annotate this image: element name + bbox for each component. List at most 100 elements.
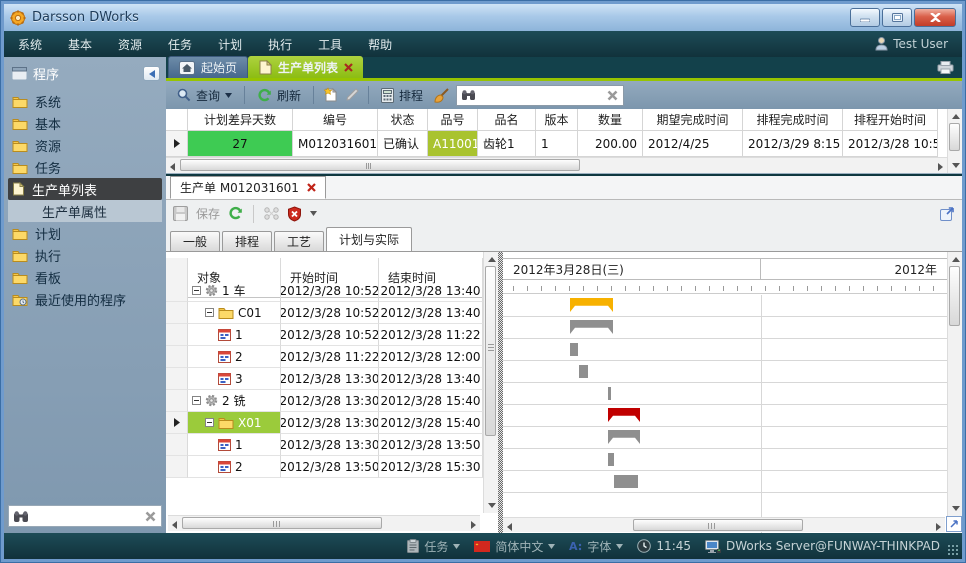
menu-item-7[interactable]: 帮助 <box>368 36 392 53</box>
menu-item-1[interactable]: 基本 <box>68 36 92 53</box>
menu-item-6[interactable]: 工具 <box>318 36 342 53</box>
tree-object-cell[interactable]: 2 铣 <box>188 390 281 412</box>
edit-icon[interactable] <box>345 88 359 102</box>
grid-cell-6[interactable]: 1 <box>536 131 578 157</box>
maximize-button[interactable] <box>882 8 912 27</box>
user-box[interactable]: Test User <box>875 37 948 51</box>
grid-header-8[interactable]: 期望完成时间 <box>643 109 743 131</box>
subtab-2[interactable]: 工艺 <box>274 231 324 251</box>
status-item-0[interactable]: 任务 <box>407 538 460 555</box>
tree-horizontal-scrollbar[interactable] <box>168 515 480 531</box>
grid-cell-10[interactable]: 2012/3/28 10:52 <box>843 131 938 157</box>
sidebar-collapse-button[interactable] <box>143 66 160 81</box>
gantt-bar-7[interactable] <box>608 453 614 466</box>
tree-row-7[interactable]: 12012/3/28 13:302012/3/28 13:50 <box>166 434 483 456</box>
gantt-bar-4[interactable] <box>608 387 611 400</box>
sidebar-item-2[interactable]: 资源 <box>8 134 162 156</box>
chevron-down-icon[interactable] <box>310 211 317 216</box>
tree-object-cell[interactable]: C01 <box>188 302 281 324</box>
save-icon[interactable] <box>173 206 188 221</box>
tree-row-8[interactable]: 22012/3/28 13:502012/3/28 15:30 <box>166 456 483 478</box>
query-button[interactable]: 查询 <box>174 85 235 106</box>
grid-cell-7[interactable]: 200.00 <box>578 131 643 157</box>
gantt-popout-button[interactable] <box>946 516 962 532</box>
tree-object-cell[interactable]: 1 <box>188 324 281 346</box>
tree-vertical-scrollbar[interactable] <box>483 252 498 513</box>
validate-shield-icon[interactable] <box>287 206 302 222</box>
grid-cell-2[interactable]: M012031601 <box>293 131 378 157</box>
menu-item-2[interactable]: 资源 <box>118 36 142 53</box>
tree-object-cell[interactable]: 1 车 <box>188 280 281 302</box>
grid-header-3[interactable]: 状态 <box>378 109 428 131</box>
tree-row-2[interactable]: 12012/3/28 10:522012/3/28 11:22 <box>166 324 483 346</box>
sidebar-item-8[interactable]: 看板 <box>8 266 162 288</box>
grid-cell-3[interactable]: 已确认 <box>378 131 428 157</box>
grid-header-4[interactable]: 品号 <box>428 109 478 131</box>
sidebar-item-5[interactable]: 生产单属性 <box>8 200 162 222</box>
sidebar-item-1[interactable]: 基本 <box>8 112 162 134</box>
schedule-button[interactable]: 排程 <box>378 85 426 106</box>
sidebar-search-input[interactable] <box>33 509 140 523</box>
sidebar-item-9[interactable]: 最近使用的程序 <box>8 288 162 310</box>
tree-object-cell[interactable]: 2 <box>188 456 281 478</box>
close-doc-icon[interactable] <box>307 183 316 192</box>
broom-icon[interactable] <box>433 88 449 103</box>
tree-object-cell[interactable]: X01 <box>188 412 281 434</box>
printer-icon[interactable] <box>937 61 954 74</box>
gantt-bar-3[interactable] <box>579 365 588 378</box>
grid-header-10[interactable]: 排程开始时间 <box>843 109 938 131</box>
grid-header-5[interactable]: 品名 <box>478 109 536 131</box>
menu-item-3[interactable]: 任务 <box>168 36 192 53</box>
menu-item-4[interactable]: 计划 <box>218 36 242 53</box>
tree-row-0[interactable]: 1 车2012/3/28 10:522012/3/28 13:40 <box>166 280 483 302</box>
gantt-bar-0[interactable] <box>570 298 613 312</box>
minimize-button[interactable] <box>850 8 880 27</box>
status-item-4[interactable]: DWorks Server@FUNWAY-THINKPAD <box>705 539 940 553</box>
expander-icon[interactable] <box>192 286 201 295</box>
status-item-2[interactable]: A字体 <box>569 538 623 555</box>
grid-header-7[interactable]: 数量 <box>578 109 643 131</box>
gantt-horizontal-scrollbar[interactable] <box>503 517 945 532</box>
grid-header-0[interactable] <box>166 109 188 131</box>
grid-horizontal-scrollbar[interactable] <box>166 157 947 173</box>
grid-header-9[interactable]: 排程完成时间 <box>743 109 843 131</box>
sidebar-item-7[interactable]: 执行 <box>8 244 162 266</box>
grid-header-2[interactable]: 编号 <box>293 109 378 131</box>
sidebar-item-4[interactable]: 生产单列表 <box>8 178 162 200</box>
refresh-button[interactable]: 刷新 <box>254 85 304 106</box>
toolbar-search-input[interactable] <box>480 88 602 102</box>
grid-cell-8[interactable]: 2012/4/25 <box>643 131 743 157</box>
row-selector-cell[interactable] <box>166 131 188 157</box>
tree-row-4[interactable]: 32012/3/28 13:302012/3/28 13:40 <box>166 368 483 390</box>
gantt-vertical-scrollbar[interactable] <box>947 252 962 516</box>
link-nodes-icon[interactable] <box>264 207 279 220</box>
toolbar-search[interactable] <box>456 85 624 106</box>
grid-header-6[interactable]: 版本 <box>536 109 578 131</box>
tab-start-page[interactable]: 起始页 <box>168 56 248 78</box>
tree-row-3[interactable]: 22012/3/28 11:222012/3/28 12:00 <box>166 346 483 368</box>
tree-row-1[interactable]: C012012/3/28 10:522012/3/28 13:40 <box>166 302 483 324</box>
resize-grip[interactable] <box>947 544 959 556</box>
expander-icon[interactable] <box>205 308 214 317</box>
sidebar-item-3[interactable]: 任务 <box>8 156 162 178</box>
expander-icon[interactable] <box>205 418 214 427</box>
subtab-3[interactable]: 计划与实际 <box>326 227 412 251</box>
doc-tab[interactable]: 生产单 M012031601 <box>170 176 326 199</box>
grid-cell-9[interactable]: 2012/3/29 8:15 <box>743 131 843 157</box>
gantt-bar-1[interactable] <box>570 320 613 334</box>
close-tab-icon[interactable] <box>344 63 353 72</box>
tree-object-cell[interactable]: 1 <box>188 434 281 456</box>
status-item-3[interactable]: 11:45 <box>637 539 691 553</box>
gantt-bar-2[interactable] <box>570 343 578 356</box>
grid-header-1[interactable]: 计划差异天数 <box>188 109 293 131</box>
clear-search-icon[interactable] <box>145 511 156 522</box>
tree-object-cell[interactable]: 2 <box>188 346 281 368</box>
tab-production-order-list[interactable]: 生产单列表 <box>248 56 363 78</box>
tree-row-6[interactable]: X012012/3/28 13:302012/3/28 15:40 <box>166 412 483 434</box>
grid-vertical-scrollbar[interactable] <box>947 109 962 173</box>
gantt-bar-5[interactable] <box>608 408 640 422</box>
subtab-0[interactable]: 一般 <box>170 231 220 251</box>
gantt-bar-6[interactable] <box>608 430 640 444</box>
grid-cell-1[interactable]: 27 <box>188 131 293 157</box>
grid-cell-5[interactable]: 齿轮1 <box>478 131 536 157</box>
